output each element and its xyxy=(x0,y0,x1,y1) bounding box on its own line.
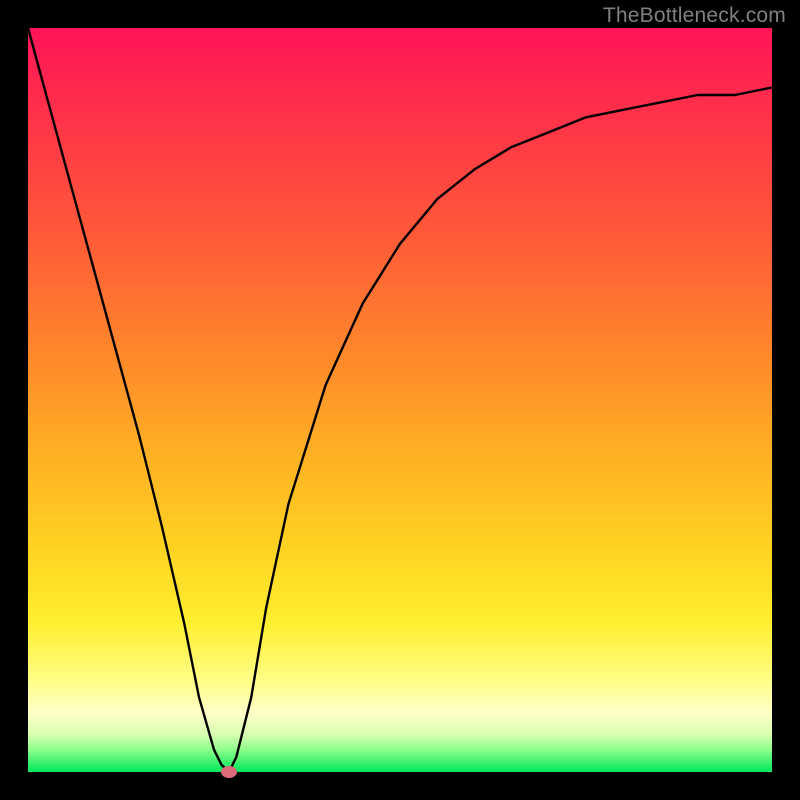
watermark-text: TheBottleneck.com xyxy=(603,4,786,28)
bottleneck-curve xyxy=(28,28,772,772)
plot-area xyxy=(28,28,772,772)
chart-frame: TheBottleneck.com xyxy=(0,0,800,800)
